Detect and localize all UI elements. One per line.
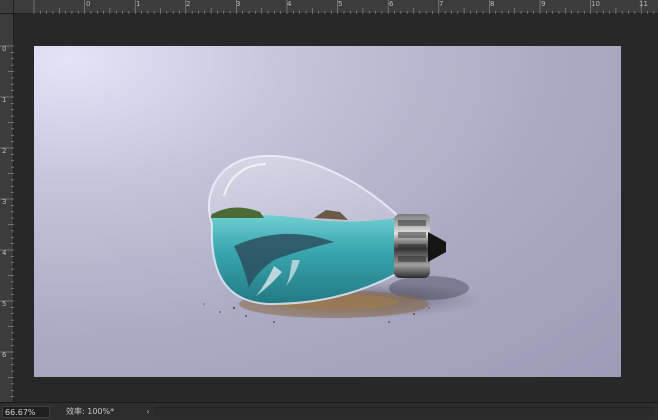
ruler-label: 11 — [639, 0, 648, 8]
ruler-label: 1 — [2, 96, 7, 104]
document-workspace[interactable] — [14, 14, 658, 402]
ruler-label: 2 — [2, 147, 7, 155]
status-bar: 效率: 100%* › — [0, 402, 658, 420]
ruler-label: 0 — [86, 0, 91, 8]
ruler-label: 9 — [541, 0, 546, 8]
ruler-label: 7 — [439, 0, 444, 8]
ruler-label: 1 — [136, 0, 141, 8]
chevron-right-icon[interactable]: › — [143, 406, 153, 418]
photoshop-window: 0 1 2 3 4 5 6 7 8 9 10 11 0 1 2 3 4 5 6 — [0, 0, 658, 420]
ruler-label: 5 — [338, 0, 343, 8]
ruler-label: 6 — [2, 351, 7, 359]
bulb-base — [394, 214, 446, 278]
horizontal-scrollbar[interactable] — [154, 407, 654, 417]
ruler-label: 0 — [2, 45, 7, 53]
lightbulb-artwork — [203, 154, 484, 323]
vertical-ruler[interactable]: 0 1 2 3 4 5 6 — [0, 14, 14, 402]
horizontal-ruler[interactable]: 0 1 2 3 4 5 6 7 8 9 10 11 — [14, 0, 658, 14]
ruler-label: 8 — [490, 0, 495, 8]
ruler-label: 3 — [236, 0, 241, 8]
ruler-label: 6 — [389, 0, 394, 8]
zoom-level-field[interactable] — [2, 406, 50, 418]
ruler-label: 4 — [287, 0, 292, 8]
ruler-label: 3 — [2, 198, 7, 206]
ruler-label: 4 — [2, 249, 7, 257]
ruler-label: 10 — [591, 0, 600, 8]
ruler-label: 2 — [186, 0, 191, 8]
ruler-origin[interactable] — [0, 0, 14, 14]
efficiency-status: 效率: 100%* — [66, 407, 115, 416]
ruler-label: 5 — [2, 300, 7, 308]
document-canvas[interactable] — [34, 46, 621, 377]
